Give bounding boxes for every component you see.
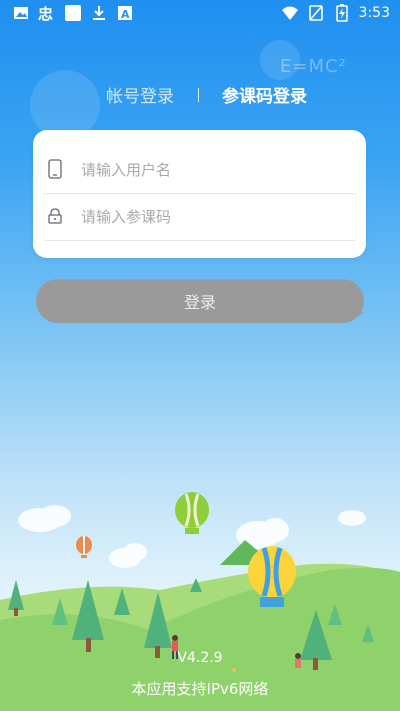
- username-input[interactable]: [79, 154, 343, 186]
- app-logo-icon: 忠: [38, 4, 56, 22]
- login-form-card: [33, 130, 366, 258]
- svg-text:忠: 忠: [38, 5, 53, 22]
- code-field: [45, 193, 355, 241]
- username-field: [45, 146, 355, 194]
- phone-icon: [45, 158, 65, 180]
- wifi-icon: [281, 4, 299, 22]
- status-time: 3:53: [358, 5, 390, 21]
- text-icon: A: [116, 4, 134, 22]
- tab-code-login[interactable]: 参课码登录: [222, 82, 307, 107]
- app-version: V4.2.9: [177, 650, 223, 666]
- battery-charging-icon: [333, 4, 351, 22]
- download-icon: [90, 4, 108, 22]
- ipv6-support-note: 本应用支持IPv6网络: [131, 680, 269, 698]
- decor-formula: E=MC²: [280, 56, 347, 77]
- code-input[interactable]: [79, 201, 343, 233]
- square-icon: [64, 4, 82, 22]
- svg-text:A: A: [121, 8, 130, 21]
- login-tabs: 帐号登录 参课码登录: [0, 82, 400, 108]
- login-screen: E=MC² 忠 A 3:53 帐号登录 参课码登录 请输入用户名 请输入参课码 …: [0, 0, 400, 711]
- login-button-tail: [350, 312, 364, 322]
- image-icon: [12, 4, 30, 22]
- landscape-illustration: [0, 492, 400, 711]
- status-bar: 忠 A 3:53: [0, 0, 400, 28]
- lock-icon: [45, 205, 65, 227]
- no-sim-icon: [307, 4, 325, 22]
- login-button[interactable]: 登录: [36, 279, 364, 323]
- tab-divider: [198, 88, 199, 102]
- tab-account-login[interactable]: 帐号登录: [106, 82, 174, 107]
